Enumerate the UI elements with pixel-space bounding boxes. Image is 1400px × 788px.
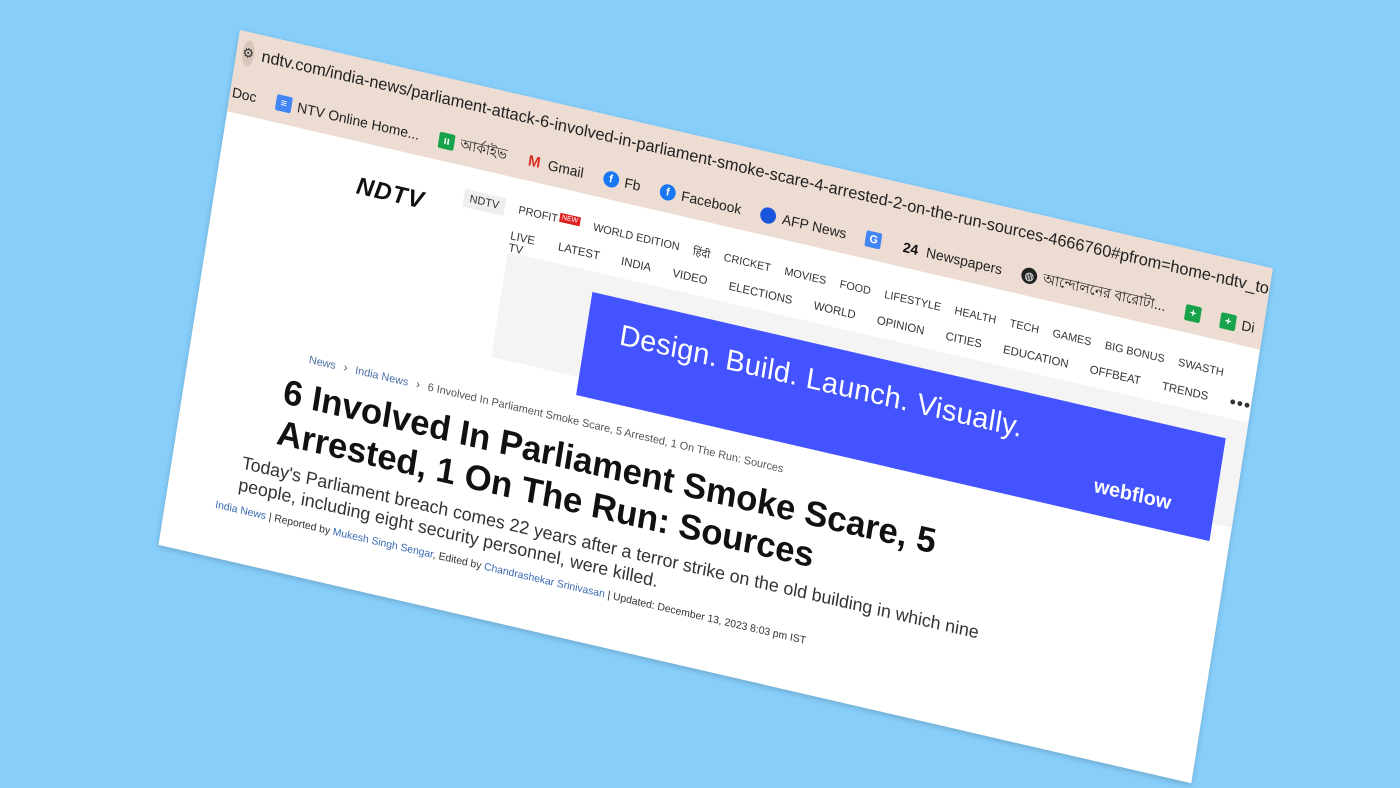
browser-window: ⚙ ndtv.com/india-news/parliament-attack-… <box>158 30 1273 784</box>
bookmark-label: Fb <box>623 174 642 195</box>
nav-health[interactable]: HEALTH <box>954 305 997 326</box>
nav-movies[interactable]: MOVIES <box>783 266 827 288</box>
bookmark-translate[interactable]: G <box>864 230 883 250</box>
ndtv-logo[interactable]: NDTV <box>354 172 427 215</box>
nav-profit[interactable]: PROFIT NEW <box>518 204 581 230</box>
facebook-icon: f <box>658 182 677 203</box>
nav-cricket[interactable]: CRICKET <box>723 252 772 275</box>
archive-icon: ıı <box>437 131 456 152</box>
bookmark-label: AFP News <box>780 210 848 242</box>
bookmark-label: Facebook <box>680 187 743 218</box>
nav-swasth[interactable]: SWASTH <box>1177 357 1224 379</box>
breadcrumb-news[interactable]: News <box>308 354 337 372</box>
nav-big-bonus[interactable]: BIG BONUS <box>1104 340 1165 366</box>
reported-prefix: Reported by <box>273 512 331 538</box>
ad-brand: webflow <box>1092 474 1173 515</box>
site-info-icon[interactable]: ⚙ <box>240 39 256 68</box>
bookmark-doc[interactable]: ≡ Doc <box>209 78 258 106</box>
translate-icon: G <box>864 230 883 250</box>
nav-world-edition[interactable]: WORLD EDITION <box>592 222 680 254</box>
new-badge: NEW <box>559 212 581 227</box>
nav-tech[interactable]: TECH <box>1009 318 1040 337</box>
bookmark-facebook[interactable]: f Facebook <box>658 182 743 218</box>
bookmark-plus-1[interactable]: + <box>1183 303 1203 324</box>
nav-ndtv[interactable]: NDTV <box>462 188 507 217</box>
bookmark-afp-news[interactable]: AFP News <box>759 205 848 242</box>
byline-section[interactable]: India News <box>214 499 267 523</box>
plus-icon: + <box>1183 303 1203 324</box>
bookmark-label: Newspapers <box>925 244 1004 278</box>
facebook-icon: f <box>601 169 620 189</box>
doc-icon: ≡ <box>274 94 293 114</box>
globe-icon: ◍ <box>1020 266 1039 286</box>
24-icon: 24 <box>901 238 920 259</box>
bookmark-label: আর্কাইভ <box>459 135 509 163</box>
nav-lifestyle[interactable]: LIFESTYLE <box>883 289 941 314</box>
doc-icon: ≡ <box>209 78 228 99</box>
edited-prefix: , Edited by <box>432 548 483 572</box>
chevron-right-icon: › <box>415 376 422 392</box>
nav-food[interactable]: FOOD <box>839 278 872 297</box>
afp-icon <box>759 205 778 226</box>
gmail-icon: M <box>526 151 542 172</box>
bookmark-archive[interactable]: ıı আর্কাইভ <box>437 128 509 167</box>
bookmark-label: Doc <box>230 83 258 106</box>
nav-games[interactable]: GAMES <box>1052 328 1093 349</box>
bookmark-plus-2[interactable]: + Di <box>1219 312 1256 336</box>
bookmark-fb[interactable]: f Fb <box>601 169 642 195</box>
bookmark-gmail[interactable]: M Gmail <box>525 152 585 181</box>
plus-icon: + <box>1219 312 1238 332</box>
bookmark-label: Di <box>1240 316 1256 336</box>
breadcrumb-india-news[interactable]: India News <box>354 365 409 389</box>
bookmark-label: Gmail <box>546 156 585 181</box>
nav-profit-label: PROFIT <box>517 204 559 226</box>
nav-hindi[interactable]: हिंदी <box>692 243 711 262</box>
chevron-right-icon: › <box>342 360 349 375</box>
